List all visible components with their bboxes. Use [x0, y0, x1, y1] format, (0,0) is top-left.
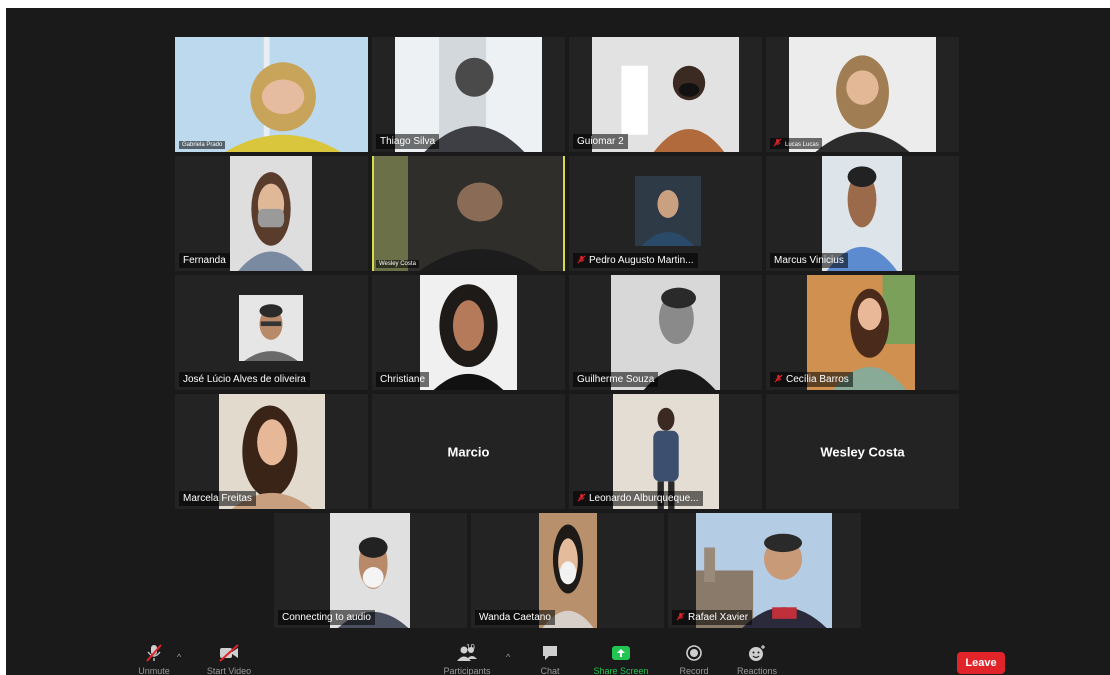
participant-name: Wesley Costa — [376, 260, 419, 268]
participant-video — [230, 156, 312, 271]
share-screen-label: Share Screen — [593, 666, 649, 675]
participant-video — [635, 176, 701, 246]
participant-name: Christiane — [376, 372, 430, 387]
participant-tile[interactable]: Wesley Costa — [766, 394, 959, 509]
person-silhouette — [230, 156, 312, 271]
person-silhouette — [635, 176, 701, 246]
chat-icon — [543, 646, 557, 660]
active-speaker-tile[interactable]: Wesley Costa — [372, 156, 565, 271]
participant-name: Fernanda — [179, 253, 230, 268]
participant-tile[interactable]: José Lúcio Alves de oliveira — [175, 275, 368, 390]
participant-tile[interactable]: Guilherme Souza — [569, 275, 762, 390]
chat-button[interactable]: Chat — [534, 644, 566, 675]
participant-tile[interactable]: Fernanda — [175, 156, 368, 271]
participant-name: Cecília Barros — [770, 372, 853, 387]
participant-name: Marcela Freitas — [179, 491, 256, 506]
muted-mic-icon — [577, 255, 586, 264]
participant-name: Leonardo Alburqueque... — [573, 491, 703, 506]
participant-name: Gabriela Prado — [179, 141, 226, 149]
participant-tile[interactable]: Christiane — [372, 275, 565, 390]
unmute-button[interactable]: Unmute — [134, 644, 174, 675]
person-silhouette — [374, 156, 563, 271]
participant-video — [789, 37, 936, 152]
reactions-button[interactable]: Reactions — [732, 644, 782, 675]
audio-options-chevron-icon[interactable]: ^ — [177, 652, 181, 662]
start-video-button[interactable]: Start Video — [201, 644, 257, 675]
participant-tile[interactable]: Marcela Freitas — [175, 394, 368, 509]
share-screen-button[interactable]: Share Screen — [588, 644, 654, 675]
meeting-toolbar: Unmute ^ Start Video 19 Participants ^ C… — [6, 640, 1110, 675]
participant-name: José Lúcio Alves de oliveira — [179, 372, 310, 387]
participant-video — [374, 156, 563, 271]
participant-name: Guilherme Souza — [573, 372, 659, 387]
participant-tile[interactable]: Gabriela Prado — [175, 37, 368, 152]
muted-mic-icon — [676, 612, 685, 621]
participant-tile[interactable]: Rafael Xavier — [668, 513, 861, 628]
leave-button[interactable]: Leave — [957, 652, 1005, 674]
participant-name: Connecting to audio — [278, 610, 375, 625]
participant-name: Pedro Augusto Martin... — [573, 253, 698, 268]
meeting-window: Gabriela Prado Thiago Silva Guiomar 2 Lu… — [6, 8, 1110, 675]
unmute-label: Unmute — [138, 666, 170, 675]
muted-microphone-icon — [146, 644, 162, 662]
record-icon — [686, 645, 702, 661]
participant-video — [239, 295, 303, 361]
start-video-label: Start Video — [206, 666, 252, 675]
chat-label: Chat — [540, 666, 560, 675]
participant-name: Wanda Caetano — [475, 610, 555, 625]
muted-mic-icon — [577, 493, 586, 502]
person-silhouette — [420, 275, 517, 390]
participant-tile[interactable]: Wanda Caetano — [471, 513, 664, 628]
participant-name-placeholder: Wesley Costa — [820, 444, 905, 459]
participant-count: 19 — [466, 643, 475, 652]
participant-tile[interactable]: Leonardo Alburqueque... — [569, 394, 762, 509]
participant-tile[interactable]: Marcio — [372, 394, 565, 509]
participants-label: Participants — [443, 666, 491, 675]
participant-tile[interactable]: Lucas Lucas — [766, 37, 959, 152]
person-silhouette — [789, 37, 936, 152]
participant-name: Thiago Silva — [376, 134, 440, 149]
participant-name: Lucas Lucas — [770, 138, 822, 149]
muted-mic-icon — [773, 138, 782, 147]
participant-video — [175, 37, 368, 152]
participants-options-chevron-icon[interactable]: ^ — [506, 652, 510, 662]
participant-name: Rafael Xavier — [672, 610, 753, 625]
record-label: Record — [679, 666, 709, 675]
participant-video — [420, 275, 517, 390]
participant-tile[interactable]: Marcus Vinicius — [766, 156, 959, 271]
participant-tile[interactable]: Cecília Barros — [766, 275, 959, 390]
share-screen-icon — [612, 646, 630, 660]
participant-tile[interactable]: Pedro Augusto Martin... — [569, 156, 762, 271]
reactions-smiley-icon — [749, 645, 765, 661]
participant-name: Marcus Vinicius — [770, 253, 848, 268]
reactions-label: Reactions — [736, 666, 778, 675]
person-silhouette — [239, 295, 303, 361]
participant-tile[interactable]: Guiomar 2 — [569, 37, 762, 152]
person-silhouette — [175, 37, 368, 152]
record-button[interactable]: Record — [674, 644, 714, 675]
participants-button[interactable]: 19 Participants — [436, 643, 498, 675]
participant-name: Guiomar 2 — [573, 134, 628, 149]
muted-mic-icon — [774, 374, 783, 383]
video-off-icon — [219, 644, 239, 662]
participant-name-placeholder: Marcio — [447, 444, 490, 459]
participant-tile[interactable]: Connecting to audio — [274, 513, 467, 628]
participant-tile[interactable]: Thiago Silva — [372, 37, 565, 152]
